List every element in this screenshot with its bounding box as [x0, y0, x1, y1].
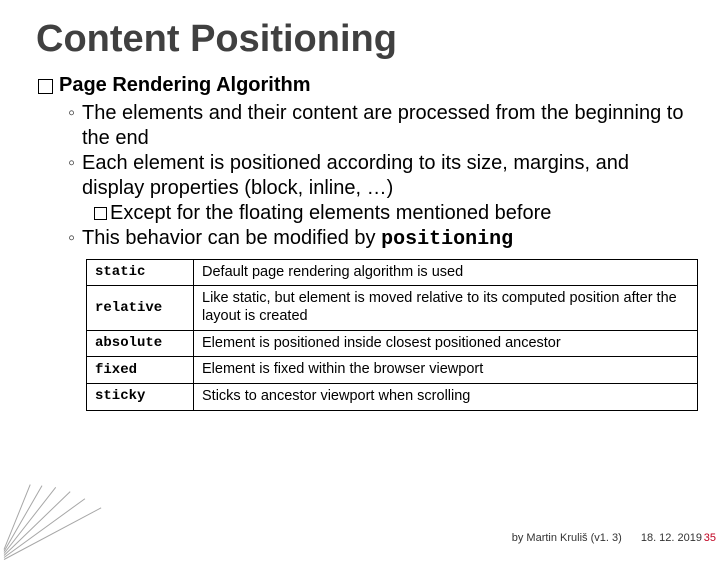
table-row: fixed Element is fixed within the browse… [87, 357, 698, 384]
table-row: relative Like static, but element is mov… [87, 286, 698, 330]
bullet-text: The elements and their content are proce… [82, 101, 692, 150]
table-key: relative [87, 286, 194, 330]
circle-bullet-icon: ◦ [68, 226, 82, 252]
table-key: absolute [87, 330, 194, 357]
bullet-text: This behavior can be modified by positio… [82, 226, 513, 252]
table-desc: Element is positioned inside closest pos… [194, 330, 698, 357]
slide-title: Content Positioning [36, 18, 720, 61]
square-bullet-icon [94, 207, 107, 220]
footer-date: 18. 12. 2019 [641, 532, 702, 544]
heading-text: Page Rendering Algorithm [59, 73, 311, 97]
page-number: 35 [698, 532, 716, 544]
table-key: fixed [87, 357, 194, 384]
table-row: sticky Sticks to ancestor viewport when … [87, 384, 698, 411]
list-item: ◦ Each element is positioned according t… [68, 151, 692, 200]
bullet-text: Each element is positioned according to … [82, 151, 692, 200]
table-key: sticky [87, 384, 194, 411]
table-desc: Default page rendering algorithm is used [194, 259, 698, 286]
table-desc: Like static, but element is moved relati… [194, 286, 698, 330]
footer: by Martin Kruliš (v1. 3) 18. 12. 2019 [512, 532, 702, 544]
circle-bullet-icon: ◦ [68, 101, 82, 150]
list-item: ◦ This behavior can be modified by posit… [68, 226, 692, 252]
bullet-modify-pre: This behavior can be modified by [82, 227, 381, 249]
heading-row: Page Rendering Algorithm [38, 73, 692, 97]
table-row: absolute Element is positioned inside cl… [87, 330, 698, 357]
table-key: static [87, 259, 194, 286]
slide-body: Page Rendering Algorithm ◦ The elements … [38, 73, 692, 411]
sub-bullet-text: Except for the floating elements mention… [110, 201, 551, 225]
circle-bullet-icon: ◦ [68, 151, 82, 200]
table-desc: Element is fixed within the browser view… [194, 357, 698, 384]
square-bullet-icon [38, 79, 53, 94]
positioning-table: static Default page rendering algorithm … [86, 259, 698, 411]
list-item: ◦ The elements and their content are pro… [68, 101, 692, 150]
bullet-list: ◦ The elements and their content are pro… [68, 101, 692, 252]
code-positioning: positioning [381, 228, 513, 251]
footer-author: by Martin Kruliš (v1. 3) [512, 532, 622, 544]
list-sub-item: Except for the floating elements mention… [94, 201, 692, 225]
table-desc: Sticks to ancestor viewport when scrolli… [194, 384, 698, 411]
table-row: static Default page rendering algorithm … [87, 259, 698, 286]
